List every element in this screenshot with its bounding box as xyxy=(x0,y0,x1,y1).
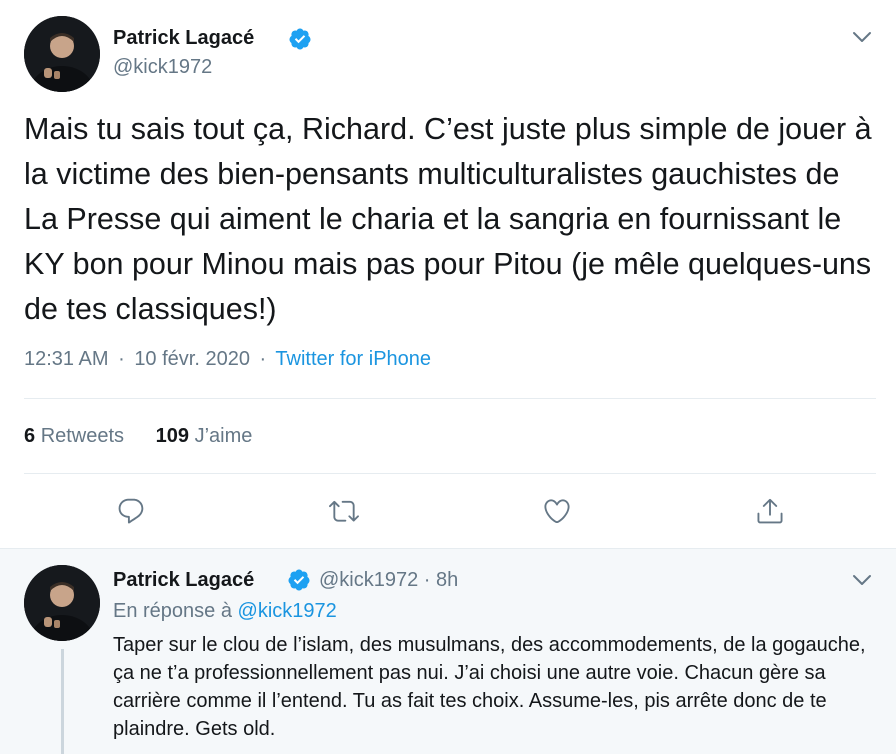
tweet-text: Mais tu sais tout ça, Richard. C’est jus… xyxy=(24,112,872,326)
likes-stat[interactable]: 109 J’aime xyxy=(156,425,253,448)
retweet-icon xyxy=(329,500,359,522)
tweet-source-link[interactable]: Twitter for iPhone xyxy=(275,348,431,370)
reply-handle-time[interactable]: @kick1972 · 8h xyxy=(319,569,458,592)
heart-icon xyxy=(544,499,570,524)
likes-count: 109 xyxy=(155,425,189,447)
reply-button[interactable] xyxy=(113,494,149,528)
tweet-stats: 6 Retweets 109 J’aime xyxy=(24,425,278,448)
in-reply-handle-link[interactable]: @kick1972 xyxy=(238,600,337,622)
in-reply-prefix: En réponse à xyxy=(113,600,232,622)
display-name[interactable]: Patrick Lagacé xyxy=(113,569,254,592)
main-tweet: Patrick Lagacé @kick1972 Mais tu sais to… xyxy=(0,0,896,548)
avatar[interactable] xyxy=(24,16,100,92)
meta-separator: · xyxy=(259,348,267,370)
verified-badge-icon xyxy=(288,569,310,591)
tweet-date[interactable]: 10 févr. 2020 xyxy=(134,348,250,370)
retweets-stat[interactable]: 6 Retweets xyxy=(24,425,124,448)
retweet-button[interactable] xyxy=(326,494,362,528)
retweets-label: Retweets xyxy=(40,425,125,447)
tweet-meta: 12:31 AM · 10 févr. 2020 · Twitter for i… xyxy=(24,348,431,371)
meta-separator: · xyxy=(118,348,125,370)
divider xyxy=(24,398,876,399)
divider xyxy=(24,473,876,474)
retweets-count: 6 xyxy=(24,425,36,447)
reply-text: Taper sur le clou de l’islam, des musulm… xyxy=(113,634,866,740)
share-button[interactable] xyxy=(752,494,788,528)
verified-badge-icon xyxy=(289,28,311,50)
like-button[interactable] xyxy=(539,494,575,528)
in-reply-to: En réponse à @kick1972 xyxy=(113,600,337,623)
reply-icon xyxy=(118,498,144,524)
thread-line xyxy=(61,649,64,754)
share-icon xyxy=(757,498,783,524)
chevron-down-icon[interactable] xyxy=(852,30,872,44)
likes-label: J’aime xyxy=(194,425,253,447)
display-name[interactable]: Patrick Lagacé xyxy=(113,27,254,50)
chevron-down-icon[interactable] xyxy=(852,573,872,587)
avatar[interactable] xyxy=(24,565,100,641)
tweet-time[interactable]: 12:31 AM xyxy=(24,348,109,370)
handle[interactable]: @kick1972 xyxy=(113,56,212,79)
reply-tweet[interactable]: Patrick Lagacé @kick1972 · 8h En réponse… xyxy=(0,548,896,754)
